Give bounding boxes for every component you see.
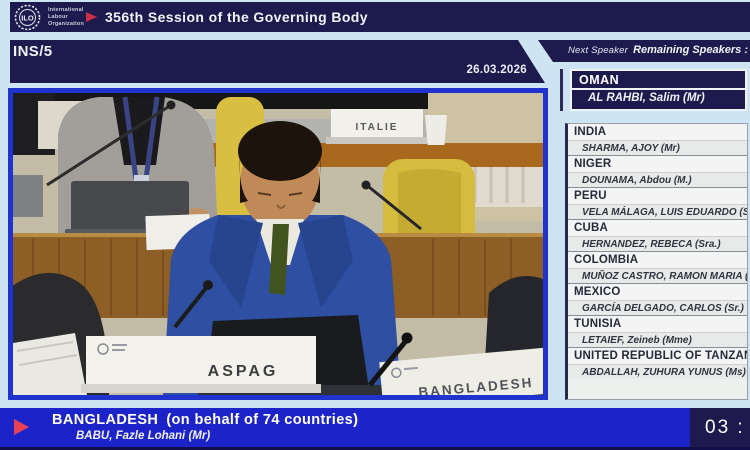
next-speaker-separator — [560, 69, 563, 111]
current-speaker-country: BANGLADESH — [52, 412, 158, 428]
speaker-country: COLOMBIA — [568, 252, 747, 268]
current-speaker-bar: BANGLADESH (on behalf of 74 countries) BA… — [0, 408, 750, 447]
speakers-header-bar: Next Speaker Remaining Speakers : — [538, 40, 750, 62]
current-speaker-onbehalf: (on behalf of 74 countries) — [166, 412, 358, 428]
paper-cup — [425, 115, 447, 145]
session-date: 26.03.2026 — [466, 64, 527, 76]
next-speaker-name: AL RAHBI, Salim (Mr) — [572, 90, 745, 107]
video-frame[interactable]: ITALIE — [8, 88, 548, 400]
top-bar: ILO International Labour Organization 35… — [10, 2, 750, 32]
speaker-name: VELA MÁLAGA, LUIS EDUARDO (Sr.) — [568, 204, 747, 219]
ilo-logo: ILO — [14, 4, 41, 31]
speaker-item: PERU VELA MÁLAGA, LUIS EDUARDO (Sr.) — [568, 188, 747, 220]
speaker-name: GARCÍA DELGADO, CARLOS (Sr.) — [568, 300, 747, 315]
speaker-item: INDIA SHARMA, AJOY (Mr) — [568, 124, 747, 156]
papers — [13, 333, 87, 395]
speaker-country: UNITED REPUBLIC OF TANZANIA (THE — [568, 348, 747, 364]
remaining-speakers-list: INDIA SHARMA, AJOY (Mr) NIGER DOUNAMA, A… — [565, 123, 748, 400]
speaker-name: MUÑOZ CASTRO, RAMON MARIA (Sr.) — [568, 268, 747, 283]
current-speaker-name: BABU, Fazle Lohani (Mr) — [76, 430, 210, 442]
svg-text:ILO: ILO — [21, 14, 34, 23]
speaker-name: SHARMA, AJOY (Mr) — [568, 140, 747, 155]
timer-value: 03 : — [705, 417, 745, 438]
play-arrow-icon — [86, 12, 97, 22]
webcast-screen: ILO International Labour Organization 35… — [0, 0, 750, 450]
speaker-item: MEXICO GARCÍA DELGADO, CARLOS (Sr.) — [568, 284, 747, 316]
speaker-country: NIGER — [568, 156, 747, 172]
video-scene: ITALIE — [13, 93, 543, 395]
timer-block: 03 : — [690, 408, 750, 447]
speaker-item: NIGER DOUNAMA, Abdou (M.) — [568, 156, 747, 188]
speaker-name: HERNANDEZ, REBECA (Sra.) — [568, 236, 747, 251]
speaker-item: TUNISIA LETAIEF, Zeineb (Mme) — [568, 316, 747, 348]
next-speaker-country: OMAN — [572, 71, 745, 90]
placard-aspag: ASPAG — [81, 336, 321, 393]
speaker-item: COLOMBIA MUÑOZ CASTRO, RAMON MARIA (Sr.) — [568, 252, 747, 284]
session-info-bar: INS/5 26.03.2026 — [10, 40, 555, 83]
current-speaker-line: BANGLADESH (on behalf of 74 countries) — [52, 412, 358, 428]
placard-italie: ITALIE — [326, 109, 427, 144]
next-speaker-label: Next Speaker — [568, 45, 628, 56]
speaker-item: CUBA HERNANDEZ, REBECA (Sra.) — [568, 220, 747, 252]
speaker-country: MEXICO — [568, 284, 747, 300]
org-name: International Labour Organization — [48, 7, 84, 27]
speaker-country: PERU — [568, 188, 747, 204]
next-speaker-card: OMAN AL RAHBI, Salim (Mr) — [570, 69, 747, 111]
speaker-name: ABDALLAH, ZUHURA YUNUS (Ms) — [568, 364, 747, 379]
speaker-name: LETAIEF, Zeineb (Mme) — [568, 332, 747, 347]
svg-text:ASPAG: ASPAG — [208, 363, 279, 380]
svg-text:ITALIE: ITALIE — [356, 122, 399, 133]
speaker-country: INDIA — [568, 124, 747, 140]
session-title: 356th Session of the Governing Body — [105, 9, 368, 25]
speaker-name: DOUNAMA, Abdou (M.) — [568, 172, 747, 187]
session-code: INS/5 — [13, 43, 53, 60]
remaining-speakers-label: Remaining Speakers : — [633, 44, 748, 56]
laptop — [13, 175, 43, 217]
speaker-item: UNITED REPUBLIC OF TANZANIA (THE ABDALLA… — [568, 348, 747, 379]
speaker-country: CUBA — [568, 220, 747, 236]
play-arrow-icon — [14, 419, 29, 435]
speaker-country: TUNISIA — [568, 316, 747, 332]
